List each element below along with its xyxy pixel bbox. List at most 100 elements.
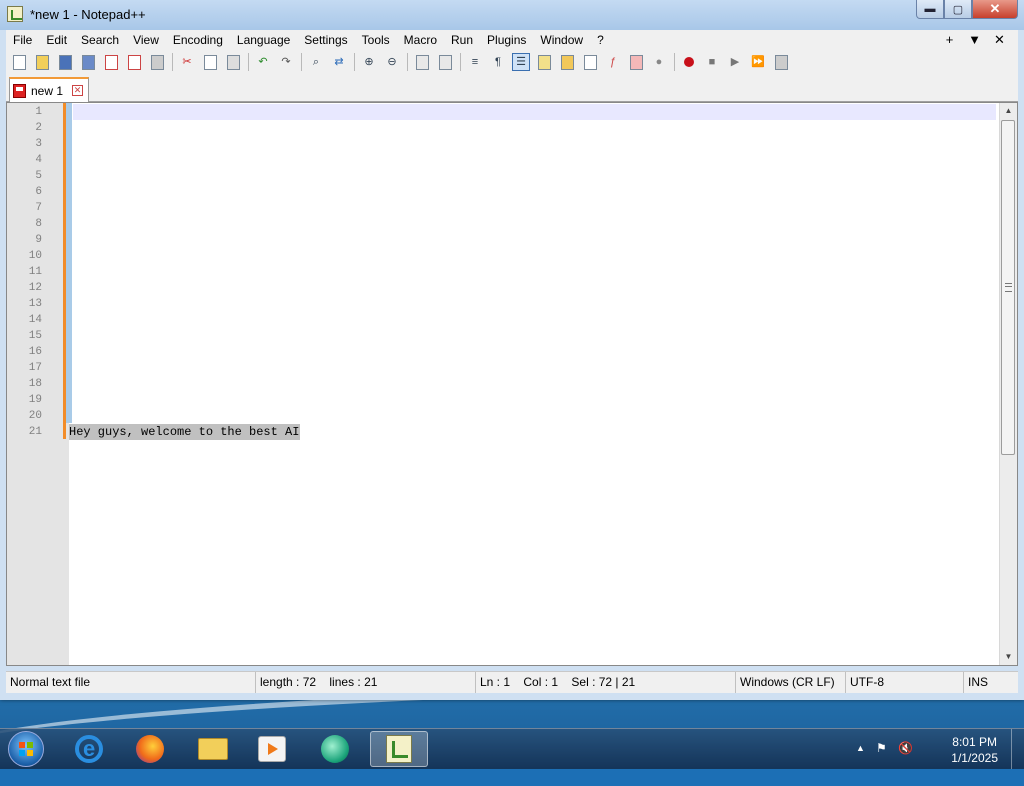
show-hidden-icons-icon[interactable]: ▲ [856, 743, 865, 753]
notepadpp-icon[interactable] [7, 6, 23, 22]
status-lines: lines : 21 [329, 675, 378, 689]
toolbar-separator [248, 53, 249, 71]
find-icon[interactable]: ⌕ [307, 53, 325, 71]
selected-text-line[interactable]: Hey guys, welcome to the best AI [69, 424, 301, 440]
text-editor[interactable]: 1 2 3 4 5 6 7 8 9 10 11 12 13 14 15 16 1… [6, 102, 1018, 666]
undo-icon[interactable]: ↶ [254, 53, 272, 71]
line-number: 20 [28, 410, 42, 422]
print-icon[interactable] [148, 53, 166, 71]
start-button[interactable] [8, 731, 44, 767]
menu-encoding[interactable]: Encoding [166, 30, 230, 50]
status-file-type: Normal text file [6, 672, 256, 693]
function-list-icon[interactable] [581, 53, 599, 71]
menu-plugins[interactable]: Plugins [480, 30, 533, 50]
vertical-scrollbar[interactable]: ▲ ▼ [999, 103, 1017, 665]
status-length: length : 72 [260, 675, 317, 689]
scrollbar-thumb[interactable] [1001, 120, 1015, 455]
monitoring-icon[interactable] [627, 53, 645, 71]
status-insert-mode[interactable]: INS [964, 672, 1018, 693]
menu-run[interactable]: Run [444, 30, 480, 50]
tab-new-1[interactable]: new 1 ✕ [9, 77, 89, 102]
menu-settings[interactable]: Settings [297, 30, 354, 50]
indent-guide-icon[interactable]: ☰ [512, 53, 530, 71]
copy-icon[interactable] [201, 53, 219, 71]
volume-muted-icon[interactable]: 🔇 [898, 741, 913, 755]
toolbar-separator [301, 53, 302, 71]
taskbar-file-explorer[interactable] [186, 731, 240, 767]
line-number: 16 [28, 346, 42, 358]
cut-icon[interactable]: ✂ [178, 53, 196, 71]
taskbar-notepadpp[interactable] [370, 731, 428, 767]
menu-help[interactable]: ? [590, 30, 611, 50]
stop-recording-icon[interactable]: ■ [703, 53, 721, 71]
status-eol[interactable]: Windows (CR LF) [736, 672, 846, 693]
minimize-button[interactable]: ▬ [916, 0, 944, 19]
save-macro-icon[interactable] [772, 53, 790, 71]
line-number: 3 [35, 138, 42, 150]
taskbar-firefox[interactable] [123, 731, 177, 767]
folder-workspace-icon[interactable]: ƒ [604, 53, 622, 71]
menu-view[interactable]: View [126, 30, 166, 50]
record-macro-icon[interactable] [680, 53, 698, 71]
clock-date: 1/1/2025 [951, 751, 998, 765]
menu-search[interactable]: Search [74, 30, 126, 50]
toolbar-separator [460, 53, 461, 71]
close-all-icon[interactable] [125, 53, 143, 71]
show-desktop-button[interactable] [1011, 729, 1024, 769]
new-file-icon[interactable] [10, 53, 28, 71]
status-encoding[interactable]: UTF-8 [846, 672, 964, 693]
internet-explorer-icon [75, 735, 103, 763]
replace-icon[interactable]: ⇄ [330, 53, 348, 71]
clock[interactable]: 8:01 PM 1/1/2025 [951, 734, 998, 766]
run-macro-multiple-icon[interactable]: ⏩ [749, 53, 767, 71]
menu-language[interactable]: Language [230, 30, 297, 50]
add-new-button[interactable]: + [937, 30, 962, 50]
tab-list-button[interactable]: ▼ [962, 30, 987, 50]
title-bar[interactable]: *new 1 - Notepad++ ▬ ▢ ✕ [0, 0, 1024, 30]
close-document-button[interactable]: ✕ [987, 30, 1012, 50]
word-wrap-icon[interactable]: ≡ [466, 53, 484, 71]
zoom-out-icon[interactable]: ⊖ [383, 53, 401, 71]
status-ln: Ln : 1 [480, 675, 511, 689]
close-button[interactable]: ✕ [972, 0, 1018, 19]
comment-icon[interactable]: ● [650, 53, 668, 71]
line-number: 8 [35, 218, 42, 230]
line-number: 18 [28, 378, 42, 390]
close-file-icon[interactable] [102, 53, 120, 71]
action-center-flag-icon[interactable]: ⚑ [876, 741, 887, 755]
sync-horizontal-icon[interactable] [436, 53, 454, 71]
line-number: 4 [35, 154, 42, 166]
taskbar-media-player[interactable] [245, 731, 299, 767]
menu-tools[interactable]: Tools [355, 30, 397, 50]
save-icon[interactable] [56, 53, 74, 71]
playback-icon[interactable]: ▶ [726, 53, 744, 71]
tab-label: new 1 [31, 83, 64, 98]
redo-icon[interactable]: ↷ [277, 53, 295, 71]
taskbar-internet-explorer[interactable] [62, 731, 116, 767]
unsaved-icon [13, 83, 26, 98]
firefox-icon [136, 735, 164, 763]
line-number: 2 [35, 122, 42, 134]
sync-vertical-icon[interactable] [413, 53, 431, 71]
save-all-icon[interactable] [79, 53, 97, 71]
notepadpp-taskbar-icon [386, 735, 412, 763]
document-map-icon[interactable] [558, 53, 576, 71]
scroll-up-icon[interactable]: ▲ [1000, 103, 1017, 119]
paste-icon[interactable] [224, 53, 242, 71]
maximize-button[interactable]: ▢ [944, 0, 972, 19]
user-language-icon[interactable] [535, 53, 553, 71]
line-number: 12 [28, 282, 42, 294]
menu-edit[interactable]: Edit [39, 30, 74, 50]
tab-close-icon[interactable]: ✕ [72, 85, 84, 96]
taskbar-green-app[interactable] [308, 731, 362, 767]
scroll-down-icon[interactable]: ▼ [1000, 649, 1017, 665]
toolbar-separator [674, 53, 675, 71]
line-number: 19 [28, 394, 42, 406]
menu-macro[interactable]: Macro [397, 30, 444, 50]
menu-file[interactable]: File [6, 30, 39, 50]
status-position: Ln : 1 Col : 1 Sel : 72 | 21 [476, 672, 736, 693]
menu-window[interactable]: Window [533, 30, 590, 50]
zoom-in-icon[interactable]: ⊕ [360, 53, 378, 71]
show-all-chars-icon[interactable]: ¶ [489, 53, 507, 71]
open-file-icon[interactable] [33, 53, 51, 71]
